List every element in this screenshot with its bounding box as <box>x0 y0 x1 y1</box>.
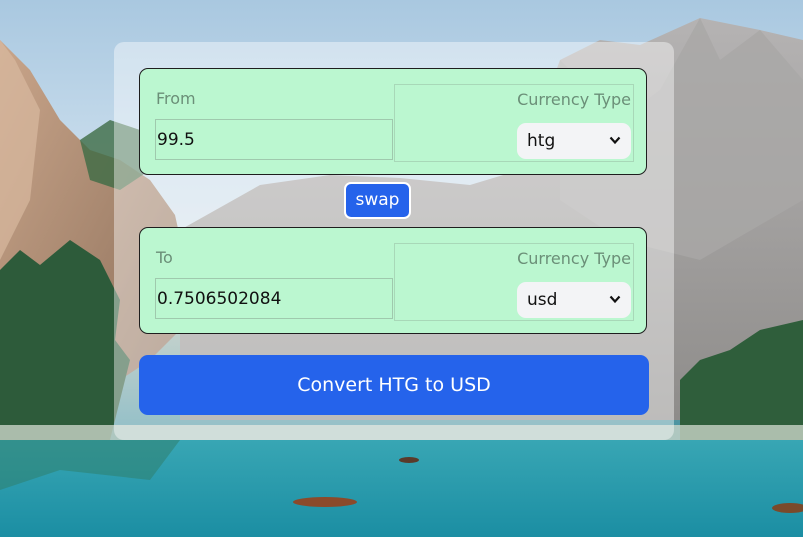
from-label: From <box>156 89 196 108</box>
to-section: To Currency Type usd <box>139 227 647 334</box>
from-currency-column: Currency Type htg <box>394 84 634 162</box>
background-scene: From Currency Type htg swap To Currency … <box>0 0 803 537</box>
to-currency-value: usd <box>527 290 558 310</box>
from-section: From Currency Type htg <box>139 68 647 175</box>
from-currency-type-label: Currency Type <box>517 90 631 109</box>
to-currency-column: Currency Type usd <box>394 243 634 321</box>
to-amount-input[interactable] <box>155 278 393 319</box>
from-currency-select[interactable]: htg <box>517 123 631 159</box>
from-currency-value: htg <box>527 131 556 151</box>
to-currency-type-label: Currency Type <box>517 249 631 268</box>
from-amount-input[interactable] <box>155 119 393 160</box>
chevron-down-icon <box>609 136 621 145</box>
chevron-down-icon <box>609 295 621 304</box>
convert-button[interactable]: Convert HTG to USD <box>139 355 649 415</box>
to-label: To <box>156 248 173 267</box>
to-currency-select[interactable]: usd <box>517 282 631 318</box>
swap-button[interactable]: swap <box>344 182 411 219</box>
